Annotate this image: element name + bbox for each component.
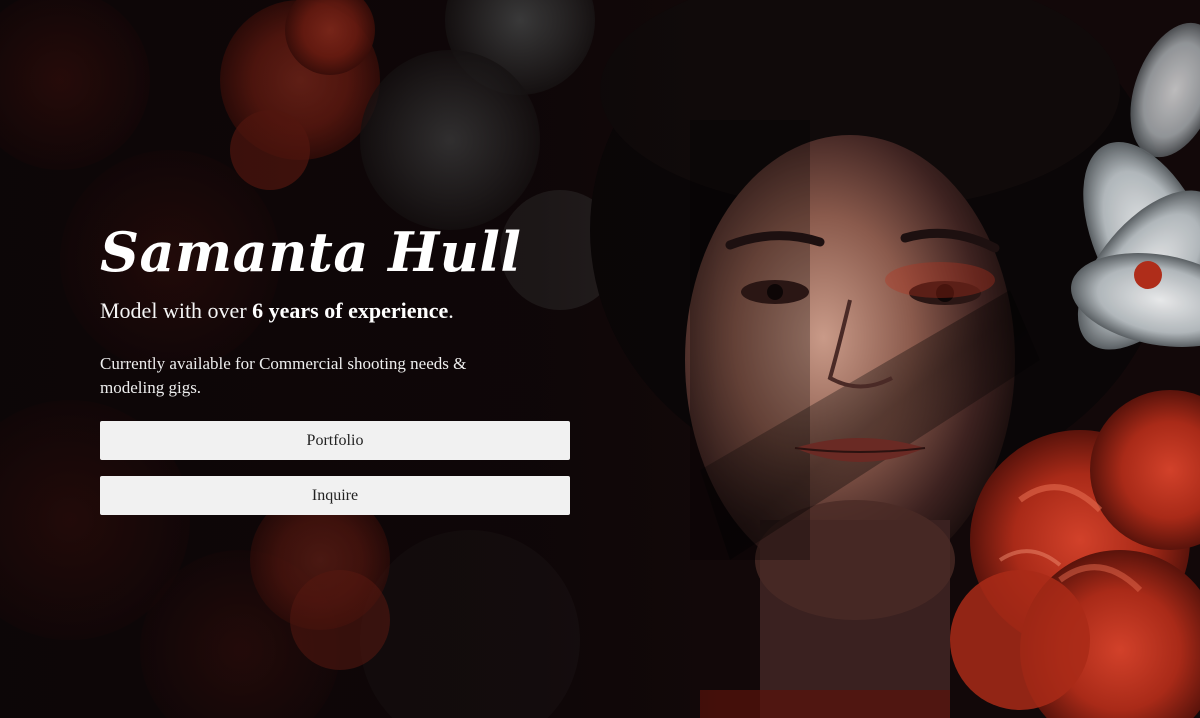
tagline-prefix: Model with over (100, 298, 253, 323)
hero-section: Samanta Hull Model with over 6 years of … (0, 0, 1200, 718)
availability-text: Currently available for Commercial shoot… (100, 354, 467, 397)
hero-tagline: Model with over 6 years of experience. (100, 296, 570, 326)
portfolio-button[interactable]: Portfolio (100, 421, 570, 460)
inquire-button[interactable]: Inquire (100, 476, 570, 515)
tagline-suffix: . (448, 298, 454, 323)
tagline-highlight: 6 years of experience (252, 298, 449, 323)
page-title: Samanta Hull (100, 220, 522, 284)
hero-content: Samanta Hull Model with over 6 years of … (100, 220, 570, 515)
